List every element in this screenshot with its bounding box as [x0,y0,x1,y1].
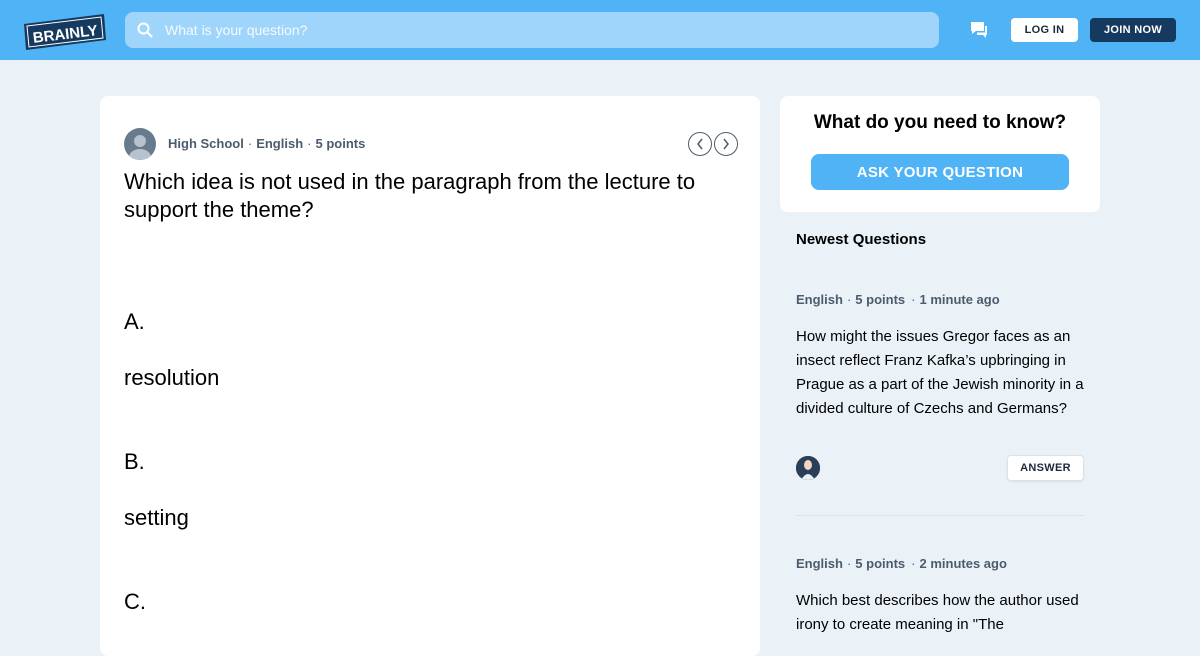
list-item-meta: English · 5 points · 2 minutes ago [796,556,1084,571]
newest-questions-heading: Newest Questions [796,231,927,248]
divider [796,515,1084,516]
separator: · [846,556,852,571]
list-item[interactable]: English · 5 points · 1 minute ago How mi… [796,292,1084,421]
separator: · [911,556,916,571]
points-label: 5 points [855,556,906,571]
option-a-letter: A. [124,309,145,334]
option-a-text: resolution [124,365,220,390]
login-button[interactable]: LOG IN [1011,18,1078,42]
user-icon [129,135,151,160]
search-input[interactable]: What is your question? [125,12,939,48]
list-item-meta: English · 5 points · 1 minute ago [796,292,1084,307]
chevron-left-icon [697,138,703,150]
points-label: 5 points [315,136,366,151]
separator: · [911,292,916,307]
list-item[interactable]: English · 5 points · 2 minutes ago Which… [796,556,1084,637]
brainly-logo[interactable]: BRAINLY [24,14,106,50]
question-navigation [688,132,738,156]
subject-link[interactable]: English [796,292,843,307]
question-text: Which idea is not used in the paragraph … [124,169,696,222]
next-question-button[interactable] [714,132,738,156]
separator: · [846,292,852,307]
subject-link[interactable]: English [256,136,303,151]
option-c-letter: C. [124,589,146,614]
ask-title: What do you need to know? [813,112,1067,133]
ask-question-card: What do you need to know? ASK YOUR QUEST… [780,96,1100,212]
time-label: 1 minute ago [919,292,1000,307]
option-b-letter: B. [124,449,145,474]
top-bar: BRAINLY What is your question? LOG IN JO… [0,0,1200,60]
previous-question-button[interactable] [688,132,712,156]
ask-question-button[interactable]: ASK YOUR QUESTION [811,154,1069,190]
option-b-text: setting [124,505,189,530]
school-level[interactable]: High School [168,136,244,151]
points-label: 5 points [855,292,906,307]
list-item-question[interactable]: How might the issues Gregor faces as an … [796,325,1084,421]
search-icon [137,22,153,38]
user-photo-icon [796,456,820,480]
answer-button[interactable]: ANSWER [1007,455,1084,481]
separator: · [307,136,312,151]
avatar[interactable] [796,456,820,480]
question-card: High School · English · 5 points Which i… [100,96,760,656]
join-now-button[interactable]: JOIN NOW [1090,18,1176,42]
asker-avatar[interactable] [124,128,156,160]
question-meta: High School · English · 5 points [168,136,365,151]
chevron-right-icon [723,138,729,150]
time-label: 2 minutes ago [919,556,1007,571]
subject-link[interactable]: English [796,556,843,571]
messages-icon[interactable] [968,19,990,41]
separator: · [247,136,253,151]
search-placeholder: What is your question? [165,22,308,38]
